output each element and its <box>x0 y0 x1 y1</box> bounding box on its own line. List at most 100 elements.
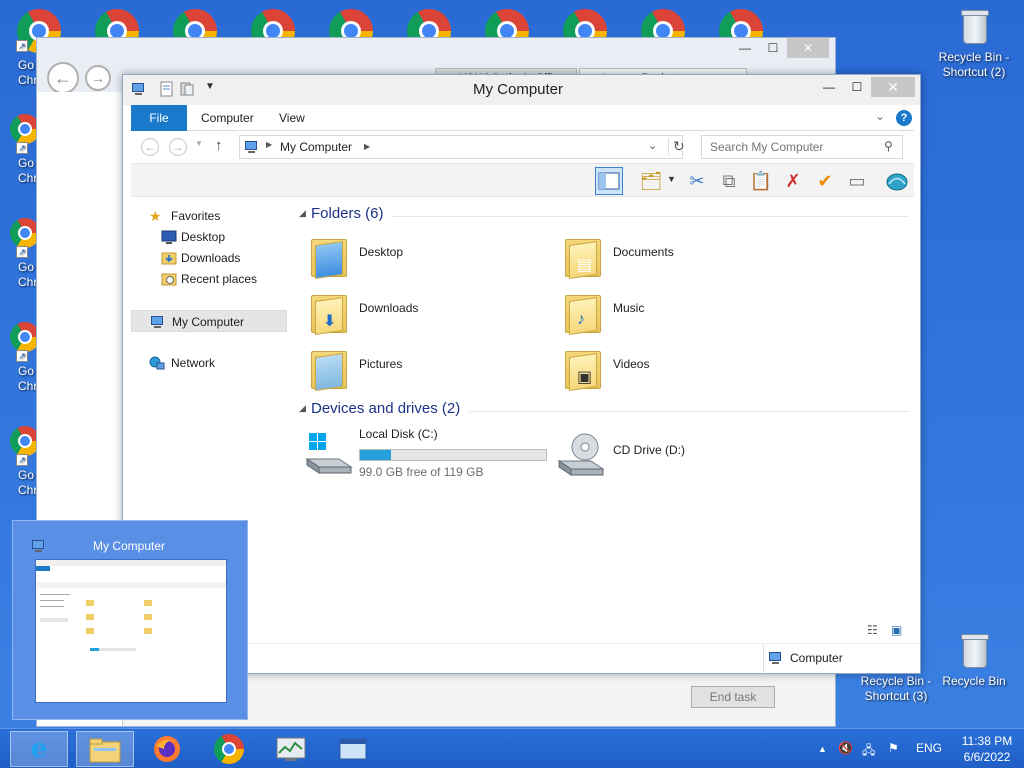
maximize-button[interactable]: ☐ <box>843 77 871 97</box>
large-icons-view-icon[interactable]: ▣ <box>891 623 902 637</box>
back-button[interactable]: ← <box>47 62 79 94</box>
tab-file[interactable]: File <box>131 105 187 131</box>
desktop-shortcut-label: Go Chro <box>18 468 40 497</box>
clock[interactable]: 11:38 PM 6/6/2022 <box>954 733 1020 765</box>
desktop-shortcut-chrome[interactable]: ↗ Go Chro <box>0 112 40 192</box>
window-title: My Computer <box>472 81 564 98</box>
taskbar-thumbnail-preview[interactable]: My Computer <box>12 520 248 720</box>
forward-button[interactable]: → <box>169 138 187 156</box>
show-hidden-icons-icon[interactable]: ▲ <box>818 744 827 754</box>
preview-pane-icon[interactable] <box>595 167 623 195</box>
drive-tile-local-disk[interactable]: Local Disk (C:) 99.0 GB free of 119 GB <box>295 427 565 479</box>
collapse-caret-icon[interactable]: ◢ <box>299 403 311 414</box>
chevron-down-icon[interactable]: ▼ <box>667 174 676 184</box>
desktop-shortcut-chrome[interactable]: ↗ Go Chro <box>0 424 40 504</box>
computer-icon <box>151 316 163 328</box>
minimize-button[interactable]: — <box>731 38 759 58</box>
chevron-down-icon[interactable]: ⌄ <box>875 109 885 123</box>
search-icon[interactable]: ⚲ <box>884 139 893 153</box>
desktop-shortcut-chrome[interactable]: ↗ Go Chro <box>0 320 40 400</box>
shortcut-arrow-icon: ↗ <box>16 142 28 154</box>
checkmark-icon[interactable]: ✔ <box>811 167 839 195</box>
task-manager-icon <box>276 737 306 761</box>
rename-icon[interactable]: ▭ <box>843 167 871 195</box>
folder-label: Music <box>613 301 645 315</box>
desktop-icon-recycle-bin[interactable]: Recycle Bin <box>936 632 1012 689</box>
computer-icon <box>769 652 781 664</box>
drive-tile-cd-drive[interactable]: CD Drive (D:) <box>549 427 799 479</box>
folder-tile-music[interactable]: ♪ Music <box>549 287 799 339</box>
computer-icon <box>32 540 44 552</box>
copy-icon[interactable]: ⧉ <box>715 167 743 195</box>
folder-tile-documents[interactable]: ▤ Documents <box>549 231 799 283</box>
language-indicator[interactable]: ENG <box>916 741 942 755</box>
folder-label: Pictures <box>359 357 403 371</box>
delete-icon[interactable]: ✗ <box>779 167 807 195</box>
action-center-icon[interactable]: ⚑ <box>888 741 899 755</box>
search-box[interactable]: ⚲ <box>701 135 903 159</box>
properties-icon[interactable]: 🗂 <box>637 167 665 195</box>
forward-button[interactable]: → <box>85 65 111 91</box>
network-status-icon[interactable]: 🖧 <box>862 741 875 762</box>
address-dropdown-icon[interactable]: ⌄ <box>648 139 657 152</box>
status-text: Computer <box>790 651 843 665</box>
explorer-titlebar[interactable]: ▼ My Computer — ☐ ✕ <box>123 75 920 105</box>
minimize-button[interactable]: — <box>815 77 843 97</box>
tab-view[interactable]: View <box>279 105 305 131</box>
address-bar[interactable]: ▶ My Computer ▶ ⌄ ↻ <box>239 135 685 159</box>
nav-item-downloads[interactable]: Downloads <box>131 247 287 269</box>
taskbar-window[interactable] <box>324 731 382 767</box>
nav-item-my-computer[interactable]: My Computer <box>131 310 287 332</box>
status-location: Computer <box>763 644 920 674</box>
end-task-button[interactable]: End task <box>691 686 775 708</box>
file-explorer-icon <box>89 738 121 763</box>
desktop-icon-recycle-bin-shortcut-2[interactable]: Recycle Bin - Shortcut (2) <box>936 8 1012 80</box>
breadcrumb-separator-icon: ▶ <box>266 140 273 149</box>
nav-item-network[interactable]: Network <box>131 352 287 374</box>
tab-computer[interactable]: Computer <box>201 105 254 131</box>
drive-usage-bar <box>359 449 547 461</box>
folder-tile-desktop[interactable]: Desktop <box>295 231 545 283</box>
recent-locations-icon[interactable]: ▼ <box>195 139 203 148</box>
section-header-folders[interactable]: ◢ Folders (6) <box>299 205 909 227</box>
maximize-button[interactable]: ☐ <box>759 38 787 58</box>
folder-tile-pictures[interactable]: Pictures <box>295 343 545 395</box>
close-button[interactable]: ✕ <box>871 77 915 97</box>
refresh-icon[interactable]: ↻ <box>668 138 685 155</box>
taskbar-firefox[interactable] <box>138 731 196 767</box>
taskbar-internet-explorer[interactable]: e <box>10 731 68 767</box>
folder-tile-videos[interactable]: ▣ Videos <box>549 343 799 395</box>
section-header-devices[interactable]: ◢ Devices and drives (2) <box>299 400 909 422</box>
cut-icon[interactable]: ✂ <box>683 167 711 195</box>
up-button[interactable]: ↑ <box>215 137 223 154</box>
nav-item-recent-places[interactable]: Recent places <box>131 268 287 290</box>
desktop-icon <box>161 230 177 244</box>
command-toolbar: 🗂 ▼ ✂ ⧉ 📋 ✗ ✔ ▭ <box>131 163 914 197</box>
collapse-caret-icon[interactable]: ◢ <box>299 208 311 219</box>
shell-icon[interactable] <box>883 167 911 195</box>
taskbar-chrome[interactable] <box>200 731 258 767</box>
details-view-icon[interactable]: ☷ <box>867 623 878 637</box>
videos-folder-icon: ▣ <box>563 345 603 391</box>
folder-tile-downloads[interactable]: ⬇ Downloads <box>295 287 545 339</box>
desktop-icon-label: Recycle Bin - Shortcut (2) <box>938 50 1010 79</box>
close-button[interactable]: ✕ <box>787 38 829 58</box>
nav-item-desktop[interactable]: Desktop <box>131 226 287 248</box>
drive-label: Local Disk (C:) <box>359 427 438 441</box>
taskbar-file-explorer[interactable] <box>76 731 134 767</box>
breadcrumb[interactable]: My Computer <box>280 136 352 158</box>
section-title: Folders (6) <box>311 205 384 222</box>
help-icon[interactable]: ? <box>896 110 912 126</box>
shortcut-arrow-icon: ↗ <box>16 246 28 258</box>
back-button[interactable]: ← <box>141 138 159 156</box>
nav-item-favorites[interactable]: ★ Favorites <box>131 205 287 227</box>
desktop-shortcut-chrome[interactable]: ↗ Go Chro <box>0 216 40 296</box>
nav-item-label: Downloads <box>181 251 241 265</box>
search-input[interactable] <box>702 136 878 158</box>
paste-icon[interactable]: 📋 <box>747 167 775 195</box>
desktop-shortcut-chrome[interactable]: ↗ Go Chro <box>0 38 40 98</box>
taskbar-task-manager[interactable] <box>262 731 320 767</box>
firefox-icon <box>154 736 180 762</box>
speaker-muted-icon[interactable]: 🔇 <box>838 741 853 755</box>
nav-item-label: Network <box>171 356 216 370</box>
